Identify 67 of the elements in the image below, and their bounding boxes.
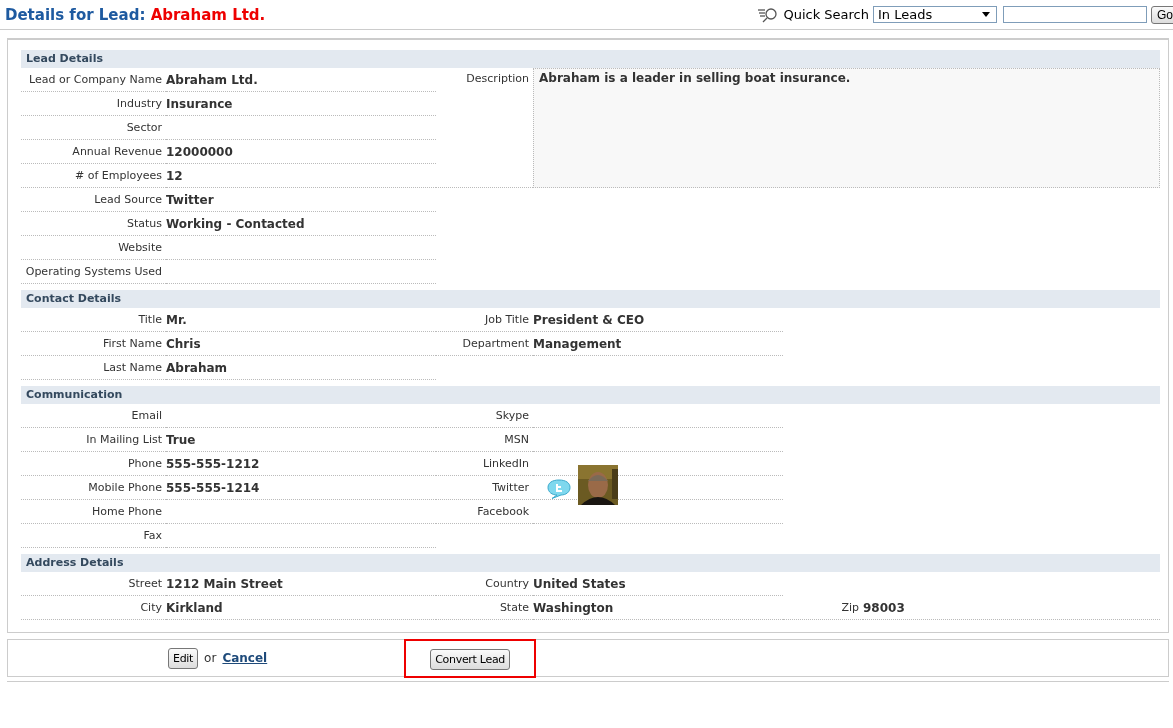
field-label: Sector [21, 116, 166, 140]
convert-lead-button[interactable]: Convert Lead [430, 648, 511, 670]
field-label: Fax [21, 524, 166, 548]
field-label: Website [21, 236, 166, 260]
field-value: Washington [533, 600, 614, 615]
search-icon [757, 6, 780, 23]
scope-dropdown[interactable]: In Leads [873, 6, 997, 23]
section-header: Communication [21, 386, 1160, 404]
field-label: Skype [436, 404, 533, 428]
field-value: True [166, 432, 196, 447]
field-label: Street [21, 572, 166, 596]
field-label: Email [21, 404, 166, 428]
field-label: Job Title [436, 308, 533, 332]
field-label: Title [21, 308, 166, 332]
field-label: Lead or Company Name [21, 68, 166, 92]
field-value: Twitter [166, 192, 214, 207]
field-value: 98003 [863, 600, 905, 615]
field-label: Industry [21, 92, 166, 116]
field-label: State [436, 596, 533, 620]
field-label: Phone [21, 452, 166, 476]
quick-search-label: Quick Search [783, 7, 869, 22]
field-label: Home Phone [21, 500, 166, 524]
field-value: Working - Contacted [166, 216, 305, 231]
search-field[interactable] [1003, 6, 1147, 23]
field-value: 12 [166, 168, 183, 183]
or-text: or [204, 651, 217, 665]
field-label: City [21, 596, 166, 620]
field-label: Country [436, 572, 533, 596]
field-label: Lead Source [21, 188, 166, 212]
field-label: In Mailing List [21, 428, 166, 452]
field-label: # of Employees [21, 164, 166, 188]
go-button[interactable]: Go [1151, 5, 1173, 24]
field-label: First Name [21, 332, 166, 356]
speech-bubble-icon[interactable] [547, 478, 571, 499]
edit-button[interactable]: Edit [168, 647, 199, 669]
field-value: Chris [166, 336, 201, 351]
page-title: Details for Lead: [5, 5, 146, 24]
field-label: Department [436, 332, 533, 356]
field-value: 555-555-1214 [166, 480, 260, 495]
field-value: Insurance [166, 96, 233, 111]
cancel-link[interactable]: Cancel [222, 651, 268, 665]
field-value: 12000000 [166, 144, 233, 159]
field-value: 1212 Main Street [166, 576, 283, 591]
field-value: 555-555-1212 [166, 456, 260, 471]
field-label: Last Name [21, 356, 166, 380]
section-header: Contact Details [21, 290, 1160, 308]
lead-name: Abraham Ltd. [150, 5, 266, 24]
field-value: Mr. [166, 312, 187, 327]
field-value: Kirkland [166, 600, 223, 615]
field-label: Facebook [436, 500, 533, 524]
field-value: Abraham Ltd. [166, 72, 258, 87]
field-value: Abraham [166, 360, 228, 375]
field-label: Twitter [436, 476, 533, 500]
field-label: LinkedIn [436, 452, 533, 476]
field-value: President & CEO [533, 312, 645, 327]
field-label: MSN [436, 428, 533, 452]
field-label: Annual Revenue [21, 140, 166, 164]
field-label: Zip [783, 596, 863, 620]
section-header: Address Details [21, 554, 1160, 572]
field-value: United States [533, 576, 626, 591]
caret-icon [982, 12, 990, 17]
field-label: Operating Systems Used [21, 260, 166, 284]
field-label: Status [21, 212, 166, 236]
field-label: Mobile Phone [21, 476, 166, 500]
description-text: Abraham is a leader in selling boat insurance. [533, 68, 1160, 188]
field-value: Management [533, 336, 622, 351]
section-header: Lead Details [21, 50, 1160, 68]
